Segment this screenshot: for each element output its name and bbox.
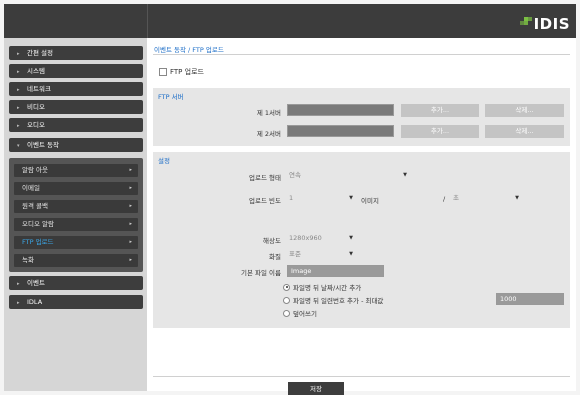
server2-label: 제 2서버 — [256, 130, 281, 138]
event-action-submenu: 알람 아웃 ▸ 이메일 ▸ 원격 콜백 ▸ 오디오 알람 ▸ FTP 업로드 ▸ 녹화 ▸ — [9, 158, 143, 272]
sidebar-item-event[interactable]: ▸ 이벤트 — [9, 276, 143, 290]
settings-panel: 설정 업로드 형태 연속 ▼ 업로드 빈도 1 ▼ 이미지 / 초 ▼ 해상도 128… — [153, 152, 570, 328]
sidebar-item-quick-setup[interactable]: ▸ 간편 설정 — [9, 46, 143, 60]
submenu-item-email[interactable]: 이메일 ▸ — [14, 182, 138, 195]
chevron-right-icon: ▸ — [17, 300, 20, 306]
save-button[interactable]: 저장 — [288, 382, 344, 395]
server1-field[interactable] — [287, 104, 394, 116]
sidebar-item-video[interactable]: ▸ 비디오 — [9, 100, 143, 114]
settings-title: 설정 — [158, 157, 170, 165]
divider — [153, 54, 570, 55]
page-title: 이벤트 동작 / FTP 업로드 — [154, 46, 224, 54]
dropdown-arrow-icon: ▼ — [403, 172, 407, 178]
chevron-right-icon: ▸ — [17, 281, 20, 287]
quality-select[interactable]: 표준 ▼ — [287, 249, 355, 260]
logo-mark-icon — [518, 17, 532, 31]
ftp-upload-label: FTP 업로드 — [170, 68, 204, 76]
main-content: 이벤트 동작 / FTP 업로드 FTP 업로드 FTP 서버 제 1서버 추가… — [147, 38, 576, 395]
chevron-right-icon: ▸ — [17, 123, 20, 129]
idis-logo: IDIS — [518, 15, 570, 33]
ftp-upload-enable[interactable]: FTP 업로드 — [159, 67, 204, 77]
server1-label: 제 1서버 — [256, 109, 281, 117]
chevron-right-icon: ▸ — [17, 105, 20, 111]
upload-rate-select[interactable]: 1 ▼ — [287, 193, 355, 204]
image-label: 이미지 — [361, 197, 379, 205]
sidebar: ▸ 간편 설정 ▸ 시스템 ▸ 네트워크 ▸ 비디오 ▸ 오디오 ▾ 이벤트 동작 알람 아… — [4, 38, 147, 391]
server1-add-button[interactable]: 추가... — [401, 104, 479, 117]
chevron-right-icon: ▸ — [17, 51, 20, 57]
app-frame: IDIS ▸ 간편 설정 ▸ 시스템 ▸ 네트워크 ▸ 비디오 ▸ 오디오 ▾ 이벤트 동작… — [4, 4, 576, 395]
chevron-right-icon: ▸ — [17, 87, 20, 93]
option-overwrite[interactable]: 덮어쓰기 — [283, 308, 317, 318]
server2-add-button[interactable]: 추가... — [401, 125, 479, 138]
submenu-item-ftp-upload[interactable]: FTP 업로드 ▸ — [14, 236, 138, 249]
serial-max-field[interactable]: 1000 — [496, 293, 564, 305]
chevron-right-icon: ▸ — [129, 185, 132, 191]
resolution-select[interactable]: 1280x960 ▼ — [287, 233, 355, 244]
ftp-server-panel: FTP 서버 제 1서버 추가... 삭제... 제 2서버 추가... 삭제.… — [153, 88, 570, 146]
dropdown-arrow-icon: ▼ — [349, 251, 353, 257]
chevron-down-icon: ▾ — [17, 143, 20, 149]
logo-text: IDIS — [533, 15, 570, 33]
chevron-right-icon: ▸ — [129, 239, 132, 245]
server1-delete-button[interactable]: 삭제... — [485, 104, 564, 117]
ftp-server-title: FTP 서버 — [158, 93, 184, 101]
submenu-item-audio-alarm[interactable]: 오디오 알람 ▸ — [14, 218, 138, 231]
sidebar-item-system[interactable]: ▸ 시스템 — [9, 64, 143, 78]
basename-field[interactable]: Image — [287, 265, 384, 277]
top-header: IDIS — [4, 4, 576, 38]
sidebar-item-idla[interactable]: ▸ IDLA — [9, 295, 143, 309]
dropdown-arrow-icon: ▼ — [349, 235, 353, 241]
dropdown-arrow-icon: ▼ — [349, 195, 353, 201]
option-append-serial[interactable]: 파일명 뒤 일련번호 추가 - 최대값 — [283, 295, 383, 305]
chevron-right-icon: ▸ — [129, 257, 132, 263]
upload-type-label: 업로드 형태 — [249, 174, 281, 182]
divider — [153, 376, 570, 377]
sidebar-item-audio[interactable]: ▸ 오디오 — [9, 118, 143, 132]
upload-type-select[interactable]: 연속 ▼ — [287, 170, 409, 181]
radio-button[interactable] — [283, 309, 290, 317]
rate-unit-select[interactable]: 초 ▼ — [451, 193, 521, 204]
basename-label: 기본 파일 이름 — [240, 269, 281, 277]
server2-field[interactable] — [287, 125, 394, 137]
option-append-datetime[interactable]: 파일명 뒤 날짜/시간 추가 — [283, 282, 361, 292]
dropdown-arrow-icon: ▼ — [515, 195, 519, 201]
chevron-right-icon: ▸ — [129, 167, 132, 173]
ftp-upload-checkbox[interactable] — [159, 68, 167, 76]
per-separator: / — [443, 195, 446, 203]
resolution-label: 해상도 — [263, 237, 281, 245]
submenu-item-remote-callback[interactable]: 원격 콜백 ▸ — [14, 200, 138, 213]
sidebar-item-event-action[interactable]: ▾ 이벤트 동작 — [9, 138, 143, 152]
chevron-right-icon: ▸ — [17, 69, 20, 75]
quality-label: 화질 — [269, 253, 281, 261]
chevron-right-icon: ▸ — [129, 221, 132, 227]
upload-rate-label: 업로드 빈도 — [249, 197, 281, 205]
chevron-right-icon: ▸ — [129, 203, 132, 209]
submenu-item-record[interactable]: 녹화 ▸ — [14, 254, 138, 267]
submenu-item-alarm-out[interactable]: 알람 아웃 ▸ — [14, 164, 138, 177]
radio-button[interactable] — [283, 283, 290, 291]
sidebar-item-network[interactable]: ▸ 네트워크 — [9, 82, 143, 96]
server2-delete-button[interactable]: 삭제... — [485, 125, 564, 138]
radio-button[interactable] — [283, 296, 290, 304]
